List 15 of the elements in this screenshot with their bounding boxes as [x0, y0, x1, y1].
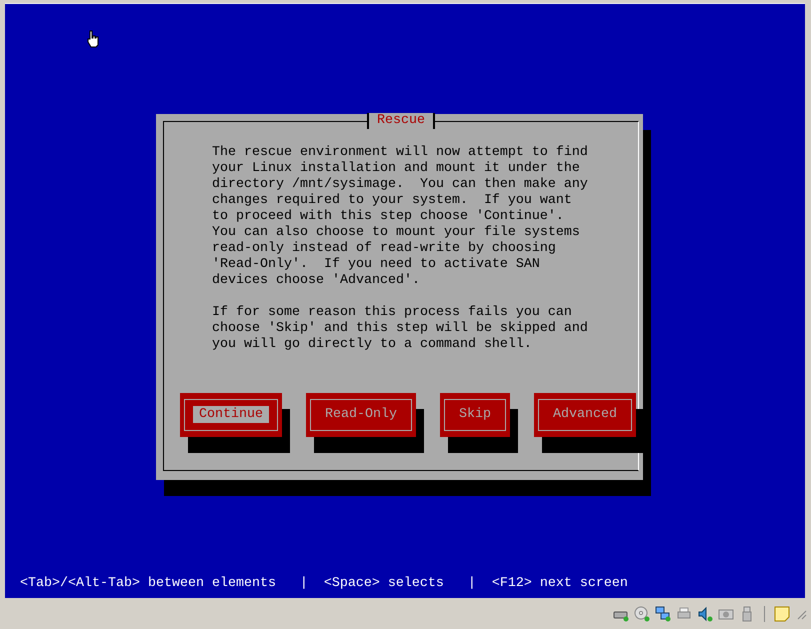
- resize-grip-icon[interactable]: [795, 608, 807, 620]
- printer-icon[interactable]: [676, 606, 692, 622]
- help-line: <Tab>/<Alt-Tab> between elements | <Space> selects | <F12> next screen: [19, 576, 629, 593]
- dialog-button[interactable]: Skip: [440, 393, 510, 437]
- speaker-icon[interactable]: [697, 606, 713, 622]
- network-icon[interactable]: [655, 606, 671, 622]
- dialog-button[interactable]: Advanced: [534, 393, 636, 437]
- hand-cursor-icon: [87, 30, 99, 48]
- note-icon[interactable]: [774, 606, 790, 622]
- dialog-title: Rescue: [367, 113, 435, 129]
- cd-icon[interactable]: [634, 606, 650, 622]
- dialog-message: If for some reason this process fails you can choose 'Skip' and this step will be skipped and you will go directly to a command shell.: [212, 305, 588, 353]
- dialog-button[interactable]: Read-Only: [306, 393, 416, 437]
- dialog-message: The rescue environment will now attempt to find your Linux installation and mount it under the directory /mnt/sysimage. You can then make any changes required to your system. If you want to proceed with this step choose 'Continue'. You can also choose to mount your file systems read-only instead of read-write by choosing 'Read-Only'. If you need to activate SAN devices choose 'Advanced'.: [212, 145, 588, 289]
- dialog-button[interactable]: Continue: [180, 393, 282, 437]
